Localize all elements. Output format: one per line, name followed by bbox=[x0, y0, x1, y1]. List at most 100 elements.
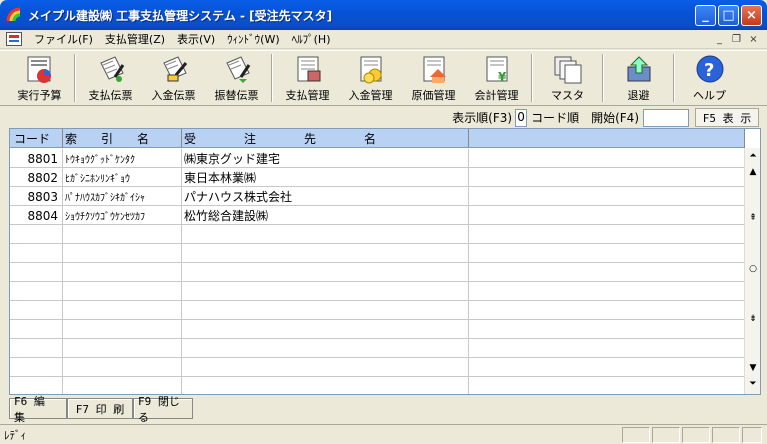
cell-client-name bbox=[182, 358, 469, 377]
table-row[interactable] bbox=[10, 225, 745, 244]
cell-code bbox=[10, 301, 63, 320]
table-row[interactable]: 8802 ﾋｶﾞｼﾆﾎﾝﾘﾝｷﾞｮｳ 東日本林業㈱ bbox=[10, 168, 745, 187]
mdi-minimize-button[interactable]: _ bbox=[712, 32, 727, 46]
svg-text:?: ? bbox=[704, 60, 714, 81]
cell-code bbox=[10, 358, 63, 377]
header-client-name[interactable]: 受 注 先 名 bbox=[182, 129, 469, 148]
client-master-grid[interactable]: コード 索 引 名 受 注 先 名 8801 ﾄｳｷｮｳｸﾞｯﾄﾞｹﾝﾀｸ ㈱東京グ… bbox=[9, 128, 761, 395]
status-text: ﾚﾃﾞｨ bbox=[4, 428, 26, 442]
payment-management-button[interactable]: 支払管理 bbox=[276, 51, 339, 105]
cell-index-name bbox=[63, 301, 182, 320]
table-row[interactable] bbox=[10, 263, 745, 282]
transfer-slip-button[interactable]: 振替伝票 bbox=[205, 51, 268, 105]
menu-file[interactable]: ファイル(F) bbox=[28, 31, 99, 47]
cell-client-name bbox=[182, 339, 469, 358]
deposit-slip-button[interactable]: 入金伝票 bbox=[142, 51, 205, 105]
cell-code bbox=[10, 225, 63, 244]
cell-index-name: ｼｮｳﾁｸｿｳｺﾞｳｹﾝｾﾂｶﾌ bbox=[63, 206, 182, 225]
transfer-slip-label: 振替伝票 bbox=[214, 89, 259, 102]
accounting-management-label: 会計管理 bbox=[474, 89, 519, 102]
cell-index-name bbox=[63, 339, 182, 358]
table-row[interactable]: 8804 ｼｮｳﾁｸｿｳｺﾞｳｹﾝｾﾂｶﾌ 松竹総合建設㈱ bbox=[10, 206, 745, 225]
start-input[interactable] bbox=[643, 108, 689, 127]
menu-view[interactable]: 表示(V) bbox=[171, 31, 221, 47]
menu-bar: ファイル(F) 支払管理(Z) 表示(V) ｳｨﾝﾄﾞｳ(W) ﾍﾙﾌﾟ(H) … bbox=[0, 30, 767, 49]
evacuate-button[interactable]: 退避 bbox=[607, 51, 670, 105]
menu-payment[interactable]: 支払管理(Z) bbox=[99, 31, 171, 47]
table-row[interactable] bbox=[10, 339, 745, 358]
table-row[interactable] bbox=[10, 377, 745, 394]
backup-icon bbox=[623, 55, 655, 85]
cell-code: 8803 bbox=[10, 187, 63, 206]
accounting-management-button[interactable]: ¥ 会計管理 bbox=[465, 51, 528, 105]
transfer-slip-icon bbox=[221, 55, 253, 85]
menu-help[interactable]: ﾍﾙﾌﾟ(H) bbox=[286, 31, 337, 47]
table-row[interactable]: 8801 ﾄｳｷｮｳｸﾞｯﾄﾞｹﾝﾀｸ ㈱東京グッド建宅 bbox=[10, 149, 745, 168]
budget-label: 実行予算 bbox=[17, 89, 62, 102]
resize-grip-icon[interactable] bbox=[742, 426, 762, 443]
coins-book-icon bbox=[355, 55, 387, 85]
scroll-down-icon[interactable]: ▼ bbox=[745, 360, 760, 376]
cell-client-name: 松竹総合建設㈱ bbox=[182, 206, 469, 225]
table-row[interactable] bbox=[10, 358, 745, 377]
cell-client-name: ㈱東京グッド建宅 bbox=[182, 149, 469, 168]
mdi-close-button[interactable]: × bbox=[746, 32, 761, 46]
minimize-button[interactable]: _ bbox=[695, 5, 716, 26]
master-button[interactable]: マスタ bbox=[536, 51, 599, 105]
function-buttons: F6 編 集 F7 印 刷 F9 閉じる bbox=[9, 395, 193, 424]
cell-code bbox=[10, 282, 63, 301]
table-row[interactable] bbox=[10, 320, 745, 339]
cost-management-button[interactable]: 原価管理 bbox=[402, 51, 465, 105]
cell-client-name bbox=[182, 377, 469, 394]
start-label: 開始(F4) bbox=[591, 111, 639, 125]
print-button[interactable]: F7 印 刷 bbox=[67, 398, 133, 419]
sort-order-label: 表示順(F3) bbox=[452, 111, 513, 125]
edit-button[interactable]: F6 編 集 bbox=[9, 395, 67, 424]
close-form-button[interactable]: F9 閉じる bbox=[133, 395, 193, 424]
sort-order-input[interactable]: 0 bbox=[515, 108, 528, 127]
document-icon[interactable] bbox=[6, 32, 22, 46]
header-code[interactable]: コード bbox=[10, 129, 63, 148]
payment-slip-label: 支払伝票 bbox=[88, 89, 133, 102]
pen-slip-icon bbox=[95, 55, 127, 85]
status-bar: ﾚﾃﾞｨ bbox=[0, 424, 767, 444]
close-button[interactable]: × bbox=[741, 5, 762, 26]
mdi-restore-button[interactable]: ❐ bbox=[729, 32, 744, 46]
help-label: ヘルプ bbox=[693, 89, 726, 102]
cell-client-name bbox=[182, 282, 469, 301]
scroll-bottom-icon[interactable]: ⏷ bbox=[745, 376, 760, 392]
scroll-top-icon[interactable]: ⏶ bbox=[745, 148, 760, 164]
cell-code: 8804 bbox=[10, 206, 63, 225]
scroll-thumb-icon[interactable]: ○ bbox=[745, 261, 760, 277]
page-down-icon[interactable]: ⇟ bbox=[745, 311, 760, 327]
table-row[interactable]: 8803 ﾊﾟﾅﾊｳｽｶﾌﾞｼｷｶﾞｲｼｬ パナハウス株式会社 bbox=[10, 187, 745, 206]
menu-window[interactable]: ｳｨﾝﾄﾞｳ(W) bbox=[221, 31, 285, 47]
cell-index-name bbox=[63, 244, 182, 263]
title-bar[interactable]: メイプル建設㈱ 工事支払管理システム - [受注先マスタ] _ □ × bbox=[0, 0, 767, 30]
help-button[interactable]: ? ヘルプ bbox=[678, 51, 741, 105]
display-button[interactable]: F5 表 示 bbox=[695, 108, 759, 127]
page-up-icon[interactable]: ⇞ bbox=[745, 210, 760, 226]
deposit-management-label: 入金管理 bbox=[348, 89, 393, 102]
toolbar: 実行予算 支払伝票 入金伝票 振替伝票 支払管理 入金管理 原価管理 ¥ 会計管… bbox=[0, 50, 767, 106]
maximize-button[interactable]: □ bbox=[718, 5, 739, 26]
grid-header: コード 索 引 名 受 注 先 名 bbox=[10, 129, 745, 148]
table-row[interactable] bbox=[10, 244, 745, 263]
budget-button[interactable]: 実行予算 bbox=[8, 51, 71, 105]
scroll-up-icon[interactable]: ▲ bbox=[745, 164, 760, 180]
cell-client-name bbox=[182, 244, 469, 263]
deposit-management-button[interactable]: 入金管理 bbox=[339, 51, 402, 105]
payment-management-label: 支払管理 bbox=[285, 89, 330, 102]
table-row[interactable] bbox=[10, 301, 745, 320]
app-logo-icon bbox=[6, 7, 22, 23]
cell-index-name bbox=[63, 263, 182, 282]
vertical-scrollbar[interactable]: ⏶ ▲ ⇞ ○ ⇟ ▼ ⏷ bbox=[744, 148, 760, 394]
header-index-name[interactable]: 索 引 名 bbox=[63, 129, 182, 148]
help-icon: ? bbox=[694, 55, 726, 85]
table-row[interactable] bbox=[10, 282, 745, 301]
payment-slip-button[interactable]: 支払伝票 bbox=[79, 51, 142, 105]
cell-code bbox=[10, 339, 63, 358]
cell-index-name bbox=[63, 282, 182, 301]
cell-client-name bbox=[182, 263, 469, 282]
cell-code: 8802 bbox=[10, 168, 63, 187]
